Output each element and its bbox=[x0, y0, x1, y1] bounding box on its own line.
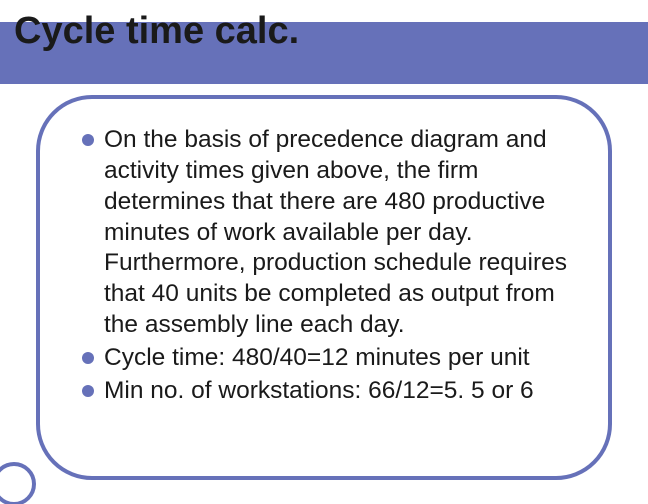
list-item-text: On the basis of precedence diagram and a… bbox=[104, 126, 567, 338]
list-item-text: Cycle time: 480/40=12 minutes per unit bbox=[104, 344, 530, 371]
bullet-icon bbox=[82, 385, 94, 397]
bullet-icon bbox=[82, 352, 94, 364]
slide-title: Cycle time calc. bbox=[14, 10, 299, 53]
list-item: On the basis of precedence diagram and a… bbox=[82, 125, 570, 341]
list-item: Cycle time: 480/40=12 minutes per unit bbox=[82, 343, 570, 374]
list-item: Min no. of workstations: 66/12=5. 5 or 6 bbox=[82, 376, 570, 407]
bullet-icon bbox=[82, 134, 94, 146]
list-item-text: Min no. of workstations: 66/12=5. 5 or 6 bbox=[104, 377, 534, 404]
decorative-circle-icon bbox=[0, 462, 36, 504]
bullet-list: On the basis of precedence diagram and a… bbox=[82, 125, 570, 407]
content-frame: On the basis of precedence diagram and a… bbox=[36, 95, 612, 480]
